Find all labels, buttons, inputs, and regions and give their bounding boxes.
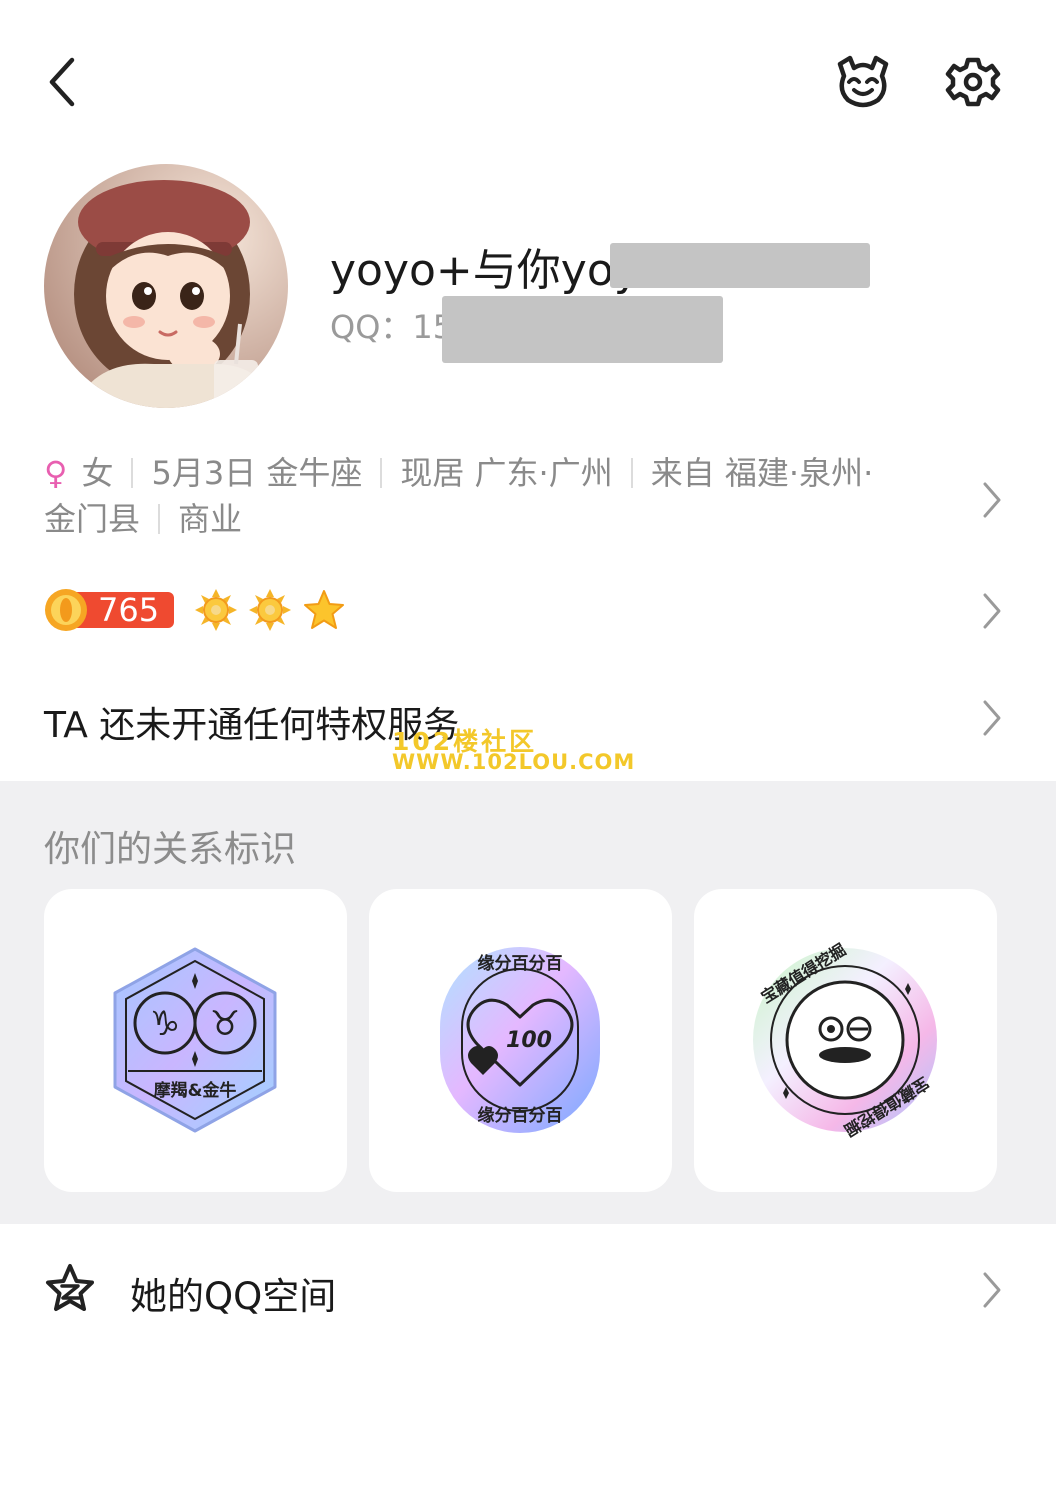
section-title: 你们的关系标识 [44, 829, 297, 870]
divider [131, 458, 134, 488]
back-button[interactable] [40, 52, 100, 112]
relation-card-zodiac[interactable]: ♑ ♉ 摩羯&金牛 [44, 889, 347, 1192]
level-value: 765 [98, 591, 160, 629]
chevron-right-icon[interactable] [980, 480, 1004, 520]
avatar-image [44, 164, 288, 408]
svg-text:♑: ♑ [150, 1004, 180, 1044]
treasure-face-badge: 宝藏值得挖掘 宝藏值得挖掘 [753, 940, 937, 1140]
heart-100-badge: 100 缘分百分百 缘分百分百 [440, 947, 600, 1133]
avatar[interactable] [44, 164, 288, 408]
settings-button[interactable] [942, 52, 1004, 112]
divider [380, 458, 383, 488]
star-icon [304, 590, 344, 629]
zodiac-hexagon-badge: ♑ ♉ 摩羯&金牛 [113, 947, 277, 1133]
sun-icon [195, 589, 237, 631]
qq-number: QQ：15 [330, 308, 454, 346]
relation-card-treasure[interactable]: 宝藏值得挖掘 宝藏值得挖掘 [694, 889, 997, 1192]
qzone-star-icon [46, 1264, 94, 1311]
chevron-left-icon [49, 57, 75, 107]
chevron-right-icon[interactable] [980, 1270, 1004, 1310]
qzone-label: 她的QQ空间 [130, 1275, 337, 1318]
occupation: 商业 [178, 500, 243, 538]
fate-label-bottom: 缘分百分百 [478, 1105, 563, 1126]
residence: 现居 广东·广州 [400, 454, 613, 492]
nickname: yoyo+与你yoy [330, 245, 640, 296]
relation-card-fate[interactable]: 100 缘分百分百 缘分百分百 [369, 889, 672, 1192]
birthday: 5月3日 金牛座 [151, 454, 363, 492]
watermark-url: WWW.102LOU.COM [392, 750, 636, 774]
divider [158, 504, 161, 534]
svg-text:♉: ♉ [210, 1004, 240, 1044]
hometown-cont: 金门县 [44, 500, 141, 538]
gear-icon [945, 57, 1001, 107]
zodiac-label: 摩羯&金牛 [154, 1080, 237, 1101]
fate-label-top: 缘分百分百 [478, 953, 563, 974]
redaction-bar [442, 296, 723, 363]
divider [630, 458, 633, 488]
profile-info[interactable]: ♀ 女 5月3日 金牛座 现居 广东·广州 来自 福建·泉州· 金门县 商业 [44, 450, 944, 542]
pet-button[interactable] [832, 52, 894, 112]
gender: 女 [81, 454, 114, 492]
pet-face-icon [837, 55, 889, 108]
chevron-right-icon[interactable] [980, 591, 1004, 631]
chevron-right-icon[interactable] [980, 698, 1004, 738]
fate-number: 100 [506, 1028, 552, 1053]
redaction-bar [610, 243, 870, 288]
hometown: 来自 福建·泉州· [650, 454, 874, 492]
female-icon: ♀ [44, 454, 68, 492]
sun-icon [249, 589, 291, 631]
